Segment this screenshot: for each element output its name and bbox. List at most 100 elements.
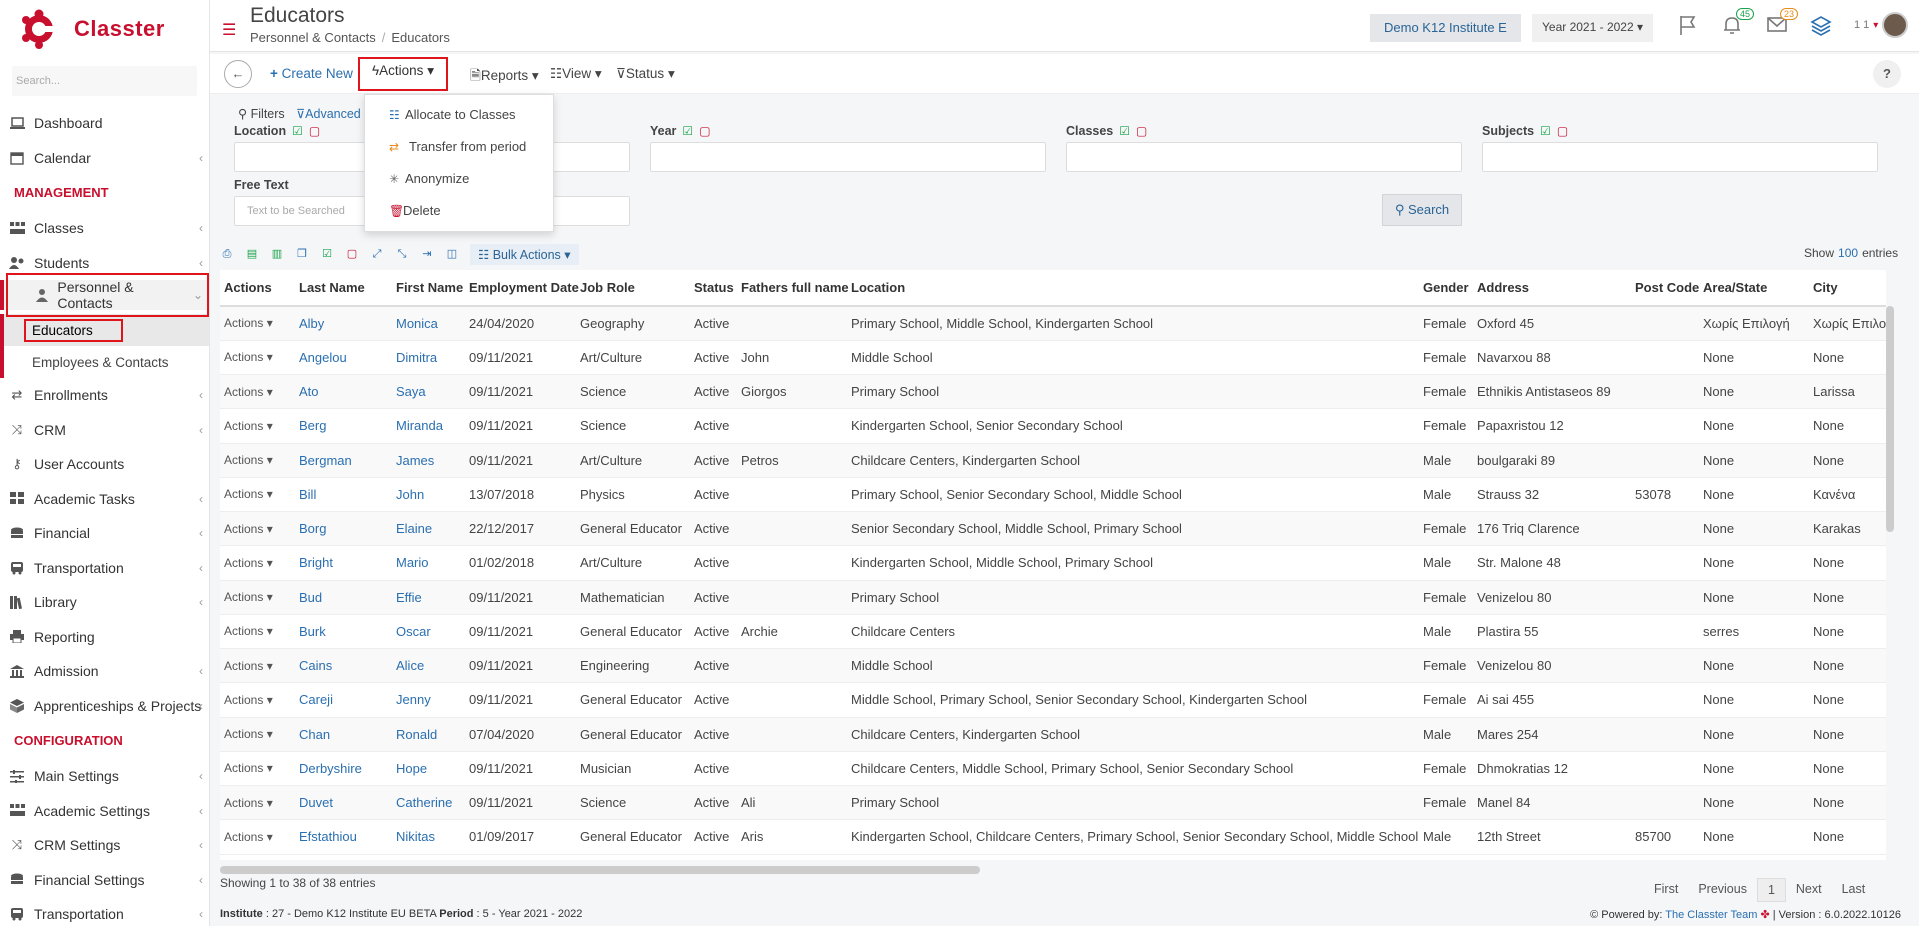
cell-first-name[interactable]: Alice (392, 648, 465, 684)
search-button[interactable]: ⚲ Search (1382, 194, 1462, 226)
cell-first-name[interactable]: Monica (392, 306, 465, 341)
sidebar-item-apprenticeships-projects[interactable]: Apprenticeships & Projects ‹ (0, 689, 209, 724)
sidebar-item-library[interactable]: Library ‹ (0, 585, 209, 620)
cell-last-name[interactable]: Borg (295, 511, 392, 547)
sidebar-item-user-accounts[interactable]: ⚷ User Accounts (0, 447, 209, 482)
horizontal-scrollbar[interactable] (220, 866, 980, 874)
cell-first-name[interactable]: Miranda (392, 408, 465, 444)
sidebar-search-input[interactable]: Search... (12, 66, 197, 96)
sidebar-item-crm[interactable]: ⤨ CRM ‹ (0, 413, 209, 448)
row-actions-button[interactable]: Actions (224, 624, 263, 638)
status-button[interactable]: ⊽Status ▾ (610, 60, 681, 88)
pager-last[interactable]: Last (1832, 878, 1876, 902)
year-select[interactable]: Year 2021 - 2022 ▾ (1532, 14, 1654, 42)
expand-icon[interactable]: ⤢ (370, 247, 384, 261)
cell-first-name[interactable]: Oscar (392, 614, 465, 650)
column-header-last-name[interactable]: Last Name (295, 270, 392, 307)
cell-actions[interactable]: Actions ▾ (220, 648, 295, 684)
row-actions-button[interactable]: Actions (224, 761, 263, 775)
advanced-filters-toggle[interactable]: ⊽Advanced (296, 106, 361, 121)
cell-first-name[interactable]: Dimitra (392, 340, 465, 376)
row-actions-button[interactable]: Actions (224, 487, 263, 501)
cell-actions[interactable]: Actions ▾ (220, 614, 295, 650)
row-actions-button[interactable]: Actions (224, 590, 263, 604)
cell-last-name[interactable]: Derbyshire (295, 751, 392, 787)
columns-icon[interactable]: ◫ (445, 247, 459, 261)
create-new-button[interactable]: + Create New (264, 60, 359, 88)
column-header-job-role[interactable]: Job Role (576, 270, 690, 307)
sidebar-item-transportation[interactable]: Transportation ‹ (0, 551, 209, 586)
row-actions-button[interactable]: Actions (224, 522, 263, 536)
cell-first-name[interactable]: Effie (392, 580, 465, 615)
row-actions-button[interactable]: Actions (224, 385, 263, 399)
menu-item-anonymize[interactable]: ✳ Anonymize (365, 163, 553, 195)
cell-first-name[interactable]: Jenny (392, 682, 465, 718)
column-header-actions[interactable]: Actions (220, 270, 295, 307)
menu-item-delete[interactable]: 🗑 Delete (365, 195, 553, 227)
cell-actions[interactable]: Actions ▾ (220, 717, 295, 752)
pager-previous[interactable]: Previous (1688, 878, 1757, 902)
row-actions-button[interactable]: Actions (224, 350, 263, 364)
cell-last-name[interactable]: Duvet (295, 785, 392, 821)
breadcrumb-item[interactable]: Personnel & Contacts (250, 30, 376, 45)
cell-actions[interactable]: Actions ▾ (220, 477, 295, 513)
cell-actions[interactable]: Actions ▾ (220, 545, 295, 581)
bell-icon[interactable]: 45 (1722, 8, 1754, 36)
year-input[interactable] (650, 142, 1046, 172)
institute-button[interactable]: Demo K12 Institute E (1370, 14, 1521, 42)
csv-icon[interactable]: ▥ (270, 247, 284, 261)
pager-next[interactable]: Next (1786, 878, 1832, 902)
row-actions-button[interactable]: Actions (224, 693, 263, 707)
print-icon[interactable]: ⎙ (220, 247, 234, 261)
sidebar-item-employees-contacts[interactable]: Employees & Contacts (0, 346, 209, 378)
actions-button[interactable]: ϟActions ▾ (358, 57, 448, 91)
pager-page-1[interactable]: 1 (1756, 878, 1786, 902)
column-header-location[interactable]: Location (847, 270, 1419, 307)
cell-last-name[interactable]: Chan (295, 717, 392, 752)
cell-first-name[interactable]: Mario (392, 545, 465, 581)
column-header-city[interactable]: City (1809, 270, 1886, 307)
column-header-area-state[interactable]: Area/State (1699, 270, 1809, 307)
cell-first-name[interactable]: Elaine (392, 511, 465, 547)
cell-first-name[interactable]: Hope (392, 751, 465, 787)
sidebar-item-transportation[interactable]: Transportation ‹ (0, 897, 209, 926)
sidebar-item-academic-settings[interactable]: Academic Settings ‹ (0, 794, 209, 829)
clear-icon[interactable]: ▢ (699, 124, 710, 138)
row-actions-button[interactable]: Actions (224, 659, 263, 673)
hamburger-menu-icon[interactable]: ☰ (222, 20, 236, 40)
cell-actions[interactable]: Actions ▾ (220, 682, 295, 718)
cell-actions[interactable]: Actions ▾ (220, 819, 295, 855)
column-header-fathers-full-name[interactable]: Fathers full name (737, 270, 849, 307)
user-menu[interactable]: 1 1 ▾ (1854, 12, 1909, 38)
sidebar-item-educators[interactable]: Educators (0, 314, 209, 346)
row-actions-button[interactable]: Actions (224, 556, 263, 570)
row-actions-button[interactable]: Actions (224, 796, 263, 810)
cell-last-name[interactable]: Burk (295, 614, 392, 650)
cell-last-name[interactable]: Ato (295, 374, 392, 410)
cell-first-name[interactable]: Saya (392, 374, 465, 410)
bulk-actions-button[interactable]: ☷ Bulk Actions ▾ (470, 243, 579, 265)
sidebar-item-crm-settings[interactable]: ⤨ CRM Settings ‹ (0, 828, 209, 863)
sidebar-item-main-settings[interactable]: Main Settings ‹ (0, 759, 209, 794)
cell-actions[interactable]: Actions ▾ (220, 443, 295, 478)
cell-actions[interactable]: Actions ▾ (220, 511, 295, 547)
copy-icon[interactable]: ❐ (295, 247, 309, 261)
row-actions-button[interactable]: Actions (224, 830, 263, 844)
deselect-icon[interactable]: ▢ (345, 247, 359, 261)
cell-actions[interactable]: Actions ▾ (220, 751, 295, 787)
cell-last-name[interactable]: Alby (295, 306, 392, 341)
cell-actions[interactable]: Actions ▾ (220, 580, 295, 615)
view-button[interactable]: ☷View ▾ (544, 60, 608, 88)
cell-last-name[interactable]: Bud (295, 580, 392, 615)
check-all-icon[interactable]: ☑ (292, 124, 303, 138)
cell-actions[interactable]: Actions ▾ (220, 306, 295, 341)
reports-button[interactable]: 🗎Reports ▾ (464, 60, 545, 88)
subjects-input[interactable] (1482, 142, 1878, 172)
clear-icon[interactable]: ▢ (1136, 124, 1147, 138)
cell-first-name[interactable]: Ronald (392, 717, 465, 752)
back-button[interactable]: ← (224, 60, 252, 88)
column-header-post-code[interactable]: Post Code (1631, 270, 1699, 307)
help-button[interactable]: ? (1873, 60, 1901, 88)
cell-last-name[interactable]: Efstathiou (295, 819, 392, 855)
sidebar-item-academic-tasks[interactable]: Academic Tasks ‹ (0, 482, 209, 517)
